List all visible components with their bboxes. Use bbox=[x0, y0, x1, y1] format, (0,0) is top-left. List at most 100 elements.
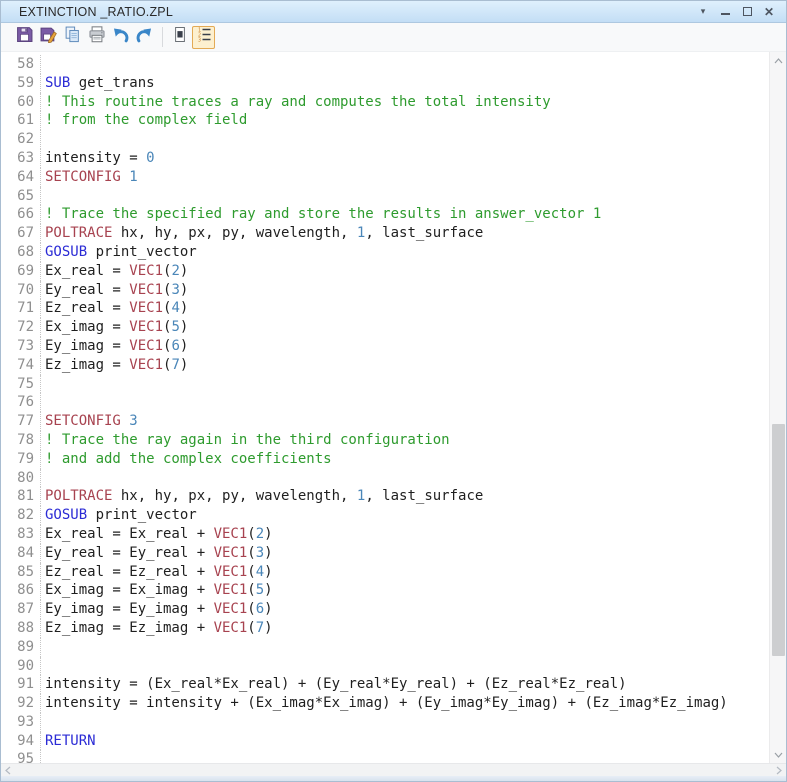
code-text: intensity = intensity + (Ex_imag*Ex_imag… bbox=[45, 695, 728, 712]
code-line: 95 bbox=[1, 750, 769, 763]
minimize-button[interactable] bbox=[716, 4, 734, 20]
redo-icon bbox=[135, 26, 154, 49]
code-text: SETCONFIG 3 bbox=[45, 413, 138, 430]
horizontal-scrollbar[interactable] bbox=[1, 763, 786, 776]
scroll-right-button[interactable] bbox=[776, 766, 782, 775]
code-text: Ex_imag = VEC1(5) bbox=[45, 319, 189, 336]
window-title: EXTINCTION _RATIO.ZPL bbox=[19, 4, 173, 19]
line-number: 76 bbox=[1, 393, 41, 413]
line-number: 83 bbox=[1, 524, 41, 544]
line-number: 63 bbox=[1, 148, 41, 168]
chevron-right-icon bbox=[776, 766, 782, 774]
line-number: 62 bbox=[1, 130, 41, 149]
code-line: 88 Ez_imag = Ez_imag + VEC1(7) bbox=[1, 618, 769, 638]
scroll-left-button[interactable] bbox=[5, 766, 11, 775]
undo-button[interactable] bbox=[109, 26, 132, 49]
maximize-icon bbox=[742, 7, 752, 16]
chevron-up-icon bbox=[774, 57, 782, 63]
code-text: ! Trace the ray again in the third confi… bbox=[45, 431, 450, 448]
line-number: 60 bbox=[1, 92, 41, 112]
close-icon: ✕ bbox=[763, 4, 775, 19]
redo-button[interactable] bbox=[133, 26, 156, 49]
line-number: 77 bbox=[1, 412, 41, 431]
toolbar: 123 bbox=[1, 23, 786, 52]
code-text: POLTRACE hx, hy, px, py, wavelength, 1, … bbox=[45, 488, 484, 505]
line-number: 79 bbox=[1, 449, 41, 469]
line-number: 70 bbox=[1, 280, 41, 300]
code-text: Ex_real = VEC1(2) bbox=[45, 262, 189, 279]
code-text: Ex_imag = Ex_imag + VEC1(5) bbox=[45, 582, 273, 599]
title-bar: EXTINCTION _RATIO.ZPL ▾ ✕ bbox=[1, 1, 786, 23]
code-line: 75 bbox=[1, 374, 769, 394]
code-text: ! Trace the specified ray and store the … bbox=[45, 206, 602, 223]
window-controls: ▾ ✕ bbox=[694, 4, 778, 20]
line-number: 89 bbox=[1, 637, 41, 657]
save-as-button[interactable] bbox=[37, 26, 60, 49]
line-number: 64 bbox=[1, 167, 41, 187]
code-line: 60! This routine traces a ray and comput… bbox=[1, 92, 769, 112]
code-line: 66! Trace the specified ray and store th… bbox=[1, 205, 769, 225]
vertical-scroll-track[interactable] bbox=[770, 69, 787, 746]
code-text: Ey_real = VEC1(3) bbox=[45, 281, 189, 298]
vertical-scrollbar[interactable] bbox=[769, 52, 786, 763]
svg-text:3: 3 bbox=[198, 38, 201, 44]
code-text: Ex_real = Ex_real + VEC1(2) bbox=[45, 525, 273, 542]
line-number: 65 bbox=[1, 186, 41, 206]
scroll-up-button[interactable] bbox=[770, 52, 787, 69]
code-line: 89 bbox=[1, 637, 769, 657]
code-text: Ez_real = Ez_real + VEC1(4) bbox=[45, 563, 273, 580]
macro-editor-window: EXTINCTION _RATIO.ZPL ▾ ✕ 1 2 3 58 59 SU… bbox=[0, 0, 787, 782]
print-button[interactable] bbox=[85, 26, 108, 49]
line-number: 74 bbox=[1, 355, 41, 375]
line-number: 80 bbox=[1, 468, 41, 488]
line-number: 68 bbox=[1, 242, 41, 262]
code-text: intensity = 0 bbox=[45, 149, 155, 166]
code-text: SUB get_trans bbox=[45, 74, 155, 91]
code-text: ! This routine traces a ray and computes… bbox=[45, 93, 551, 110]
code-line: 80 bbox=[1, 468, 769, 488]
vertical-scroll-thumb[interactable] bbox=[771, 424, 785, 656]
scroll-down-button[interactable] bbox=[770, 746, 787, 763]
close-button[interactable]: ✕ bbox=[760, 4, 778, 20]
copy-button[interactable] bbox=[61, 26, 84, 49]
code-line: 65 bbox=[1, 186, 769, 206]
dropdown-caret-icon: ▾ bbox=[700, 6, 706, 16]
line-number: 91 bbox=[1, 675, 41, 695]
line-number: 58 bbox=[1, 55, 41, 74]
line-numbers-button[interactable]: 123 bbox=[192, 25, 215, 49]
line-number: 90 bbox=[1, 656, 41, 676]
save-icon bbox=[16, 26, 33, 48]
code-line: 64 SETCONFIG 1 bbox=[1, 167, 769, 187]
line-number: 73 bbox=[1, 336, 41, 356]
text-block-button[interactable] bbox=[168, 26, 191, 49]
code-line: 69 Ex_real = VEC1(2) bbox=[1, 261, 769, 281]
code-line: 59 SUB get_trans bbox=[1, 73, 769, 93]
code-text: POLTRACE hx, hy, px, py, wavelength, 1, … bbox=[45, 225, 484, 242]
code-text: GOSUB print_vector bbox=[45, 243, 197, 260]
line-number: 87 bbox=[1, 600, 41, 619]
code-text: Ey_imag = VEC1(6) bbox=[45, 337, 189, 354]
undo-icon bbox=[111, 26, 130, 49]
line-number: 71 bbox=[1, 299, 41, 319]
line-number: 61 bbox=[1, 111, 41, 131]
code-line: 77 SETCONFIG 3 bbox=[1, 412, 769, 431]
minimize-icon bbox=[720, 12, 730, 15]
line-number: 94 bbox=[1, 731, 41, 751]
line-number: 78 bbox=[1, 430, 41, 450]
code-line: 72 Ex_imag = VEC1(5) bbox=[1, 318, 769, 337]
line-number: 88 bbox=[1, 618, 41, 638]
code-editor[interactable]: 58 59 SUB get_trans 60! This routine traces… bbox=[1, 52, 786, 763]
code-text: ! from the complex field bbox=[45, 112, 248, 129]
code-text: Ez_real = VEC1(4) bbox=[45, 300, 189, 317]
window-menu-button[interactable]: ▾ bbox=[694, 4, 712, 20]
line-number: 95 bbox=[1, 750, 41, 763]
save-button[interactable] bbox=[13, 26, 36, 49]
code-line: 87 Ey_imag = Ey_imag + VEC1(6) bbox=[1, 600, 769, 619]
maximize-button[interactable] bbox=[738, 4, 756, 20]
print-icon bbox=[88, 26, 106, 48]
